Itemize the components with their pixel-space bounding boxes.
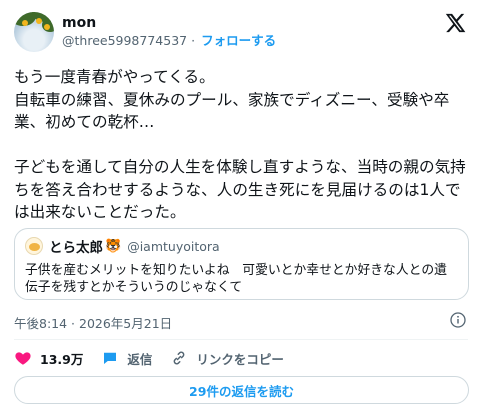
quoted-tweet[interactable]: とら太郎 🐯 @iamtuyoitora 子供を産むメリットを知りたいよね 可愛… [14,228,469,300]
follow-button[interactable]: フォローする [201,33,276,48]
author-avatar[interactable] [14,12,54,52]
tweet-header: mon @three5998774537 · フォローする [14,10,468,54]
author-handle[interactable]: @three5998774537 [62,33,187,48]
tweet-text: もう一度青春がやってくる。 自転車の練習、夏休みのプール、家族でディズニー、受験… [14,68,466,221]
action-bar: 13.9万 返信 リンクをコピー [14,346,302,370]
author-display-name[interactable]: mon [62,14,276,32]
link-icon [173,351,185,365]
like-button[interactable]: 13.9万 [14,349,83,368]
author-names: mon @three5998774537 · フォローする [62,14,276,50]
info-icon[interactable] [450,312,466,328]
quoted-author-handle: @iamtuyoitora [127,238,220,254]
quoted-author-name: とら太郎 [49,240,103,256]
handle-separator: · [191,33,196,48]
tweet-card: mon @three5998774537 · フォローする もう一度青春がやって… [0,0,480,408]
divider [14,339,468,340]
reply-label: 返信 [127,351,153,367]
quoted-author-avatar [25,237,43,255]
reply-button[interactable]: 返信 [101,349,152,368]
copy-link-button[interactable]: リンクをコピー [170,349,284,368]
tweet-timestamp[interactable]: 午後8:14 · 2026年5月21日 [14,313,172,332]
quoted-author-emoji: 🐯 [105,238,122,254]
quoted-tweet-text: 子供を産むメリットを知りたいよね 可愛いとか幸せとか好きな人との遺伝子を残すとか… [25,263,447,295]
like-count: 13.9万 [40,351,84,367]
read-replies-button[interactable]: 29件の返信を読む [14,376,469,404]
reply-bubble-icon [104,352,117,364]
x-logo-icon[interactable] [444,12,466,34]
heart-icon [15,352,31,365]
copy-link-label: リンクをコピー [196,351,284,367]
